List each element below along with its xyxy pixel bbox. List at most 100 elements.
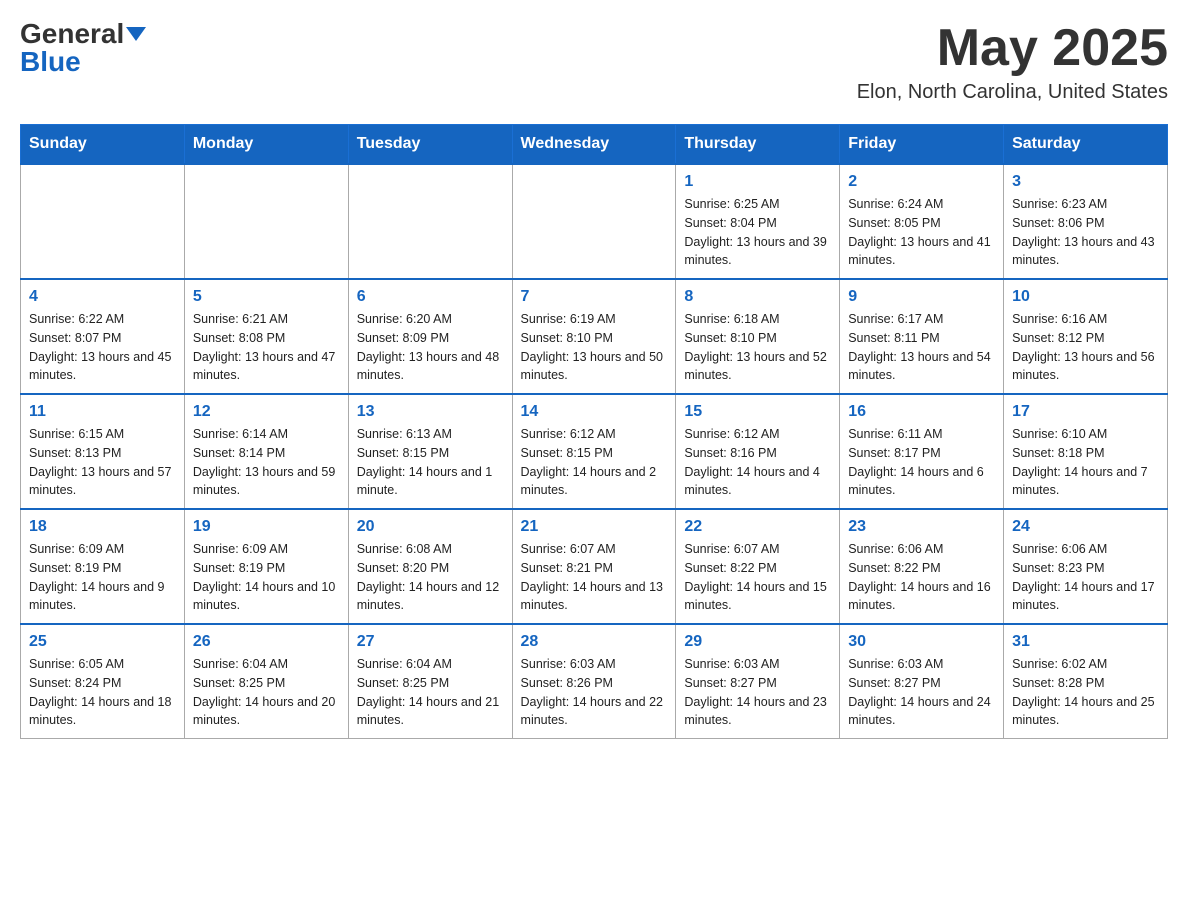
day-number: 27 <box>357 633 504 651</box>
calendar-cell: 17 Sunrise: 6:10 AM Sunset: 8:18 PM Dayli… <box>1004 394 1168 509</box>
calendar-cell: 26 Sunrise: 6:04 AM Sunset: 8:25 PM Dayli… <box>184 624 348 739</box>
location: Elon, North Carolina, United States <box>857 81 1168 104</box>
page-header: General Blue May 2025 Elon, North Caroli… <box>20 20 1168 104</box>
calendar-cell: 29Sunrise: 6:03 AM Sunset: 8:27 PM Dayli… <box>676 624 840 739</box>
calendar-cell: 5 Sunrise: 6:21 AM Sunset: 8:08 PM Daylig… <box>184 279 348 394</box>
weekday-header-tuesday: Tuesday <box>348 125 512 165</box>
day-info: Sunrise: 6:06 AM Sunset: 8:22 PM Dayligh… <box>848 540 995 615</box>
weekday-header-wednesday: Wednesday <box>512 125 676 165</box>
calendar-cell: 13 Sunrise: 6:13 AM Sunset: 8:15 PM Dayli… <box>348 394 512 509</box>
calendar-cell: 18 Sunrise: 6:09 AM Sunset: 8:19 PM Dayli… <box>21 509 185 624</box>
calendar-cell: 1 Sunrise: 6:25 AM Sunset: 8:04 PM Daylig… <box>676 164 840 279</box>
logo: General Blue <box>20 20 146 76</box>
day-info: Sunrise: 6:05 AM Sunset: 8:24 PM Dayligh… <box>29 655 176 730</box>
day-info: Sunrise: 6:14 AM Sunset: 8:14 PM Dayligh… <box>193 425 340 500</box>
week-row-3: 11 Sunrise: 6:15 AM Sunset: 8:13 PM Dayli… <box>21 394 1168 509</box>
calendar-cell <box>348 164 512 279</box>
calendar-cell: 28 Sunrise: 6:03 AM Sunset: 8:26 PM Dayli… <box>512 624 676 739</box>
day-number: 5 <box>193 288 340 306</box>
day-info: Sunrise: 6:10 AM Sunset: 8:18 PM Dayligh… <box>1012 425 1159 500</box>
calendar-cell: 27Sunrise: 6:04 AM Sunset: 8:25 PM Dayli… <box>348 624 512 739</box>
calendar-cell: 31 Sunrise: 6:02 AM Sunset: 8:28 PM Dayli… <box>1004 624 1168 739</box>
day-info: Sunrise: 6:24 AM Sunset: 8:05 PM Dayligh… <box>848 195 995 270</box>
day-info: Sunrise: 6:25 AM Sunset: 8:04 PM Dayligh… <box>684 195 831 270</box>
day-info: Sunrise: 6:18 AM Sunset: 8:10 PM Dayligh… <box>684 310 831 385</box>
day-info: Sunrise: 6:13 AM Sunset: 8:15 PM Dayligh… <box>357 425 504 500</box>
day-number: 15 <box>684 403 831 421</box>
day-number: 3 <box>1012 173 1159 191</box>
day-info: Sunrise: 6:11 AM Sunset: 8:17 PM Dayligh… <box>848 425 995 500</box>
week-row-4: 18 Sunrise: 6:09 AM Sunset: 8:19 PM Dayli… <box>21 509 1168 624</box>
day-number: 23 <box>848 518 995 536</box>
week-row-1: 1 Sunrise: 6:25 AM Sunset: 8:04 PM Daylig… <box>21 164 1168 279</box>
calendar-cell: 3 Sunrise: 6:23 AM Sunset: 8:06 PM Daylig… <box>1004 164 1168 279</box>
day-number: 31 <box>1012 633 1159 651</box>
calendar-cell: 6 Sunrise: 6:20 AM Sunset: 8:09 PM Daylig… <box>348 279 512 394</box>
day-info: Sunrise: 6:19 AM Sunset: 8:10 PM Dayligh… <box>521 310 668 385</box>
calendar-cell: 14Sunrise: 6:12 AM Sunset: 8:15 PM Dayli… <box>512 394 676 509</box>
logo-blue: Blue <box>20 48 81 76</box>
day-info: Sunrise: 6:06 AM Sunset: 8:23 PM Dayligh… <box>1012 540 1159 615</box>
calendar-cell: 15 Sunrise: 6:12 AM Sunset: 8:16 PM Dayli… <box>676 394 840 509</box>
calendar-cell: 10Sunrise: 6:16 AM Sunset: 8:12 PM Dayli… <box>1004 279 1168 394</box>
day-info: Sunrise: 6:09 AM Sunset: 8:19 PM Dayligh… <box>29 540 176 615</box>
day-info: Sunrise: 6:12 AM Sunset: 8:15 PM Dayligh… <box>521 425 668 500</box>
day-info: Sunrise: 6:02 AM Sunset: 8:28 PM Dayligh… <box>1012 655 1159 730</box>
weekday-header-monday: Monday <box>184 125 348 165</box>
logo-triangle-icon <box>126 27 146 41</box>
calendar-cell: 22Sunrise: 6:07 AM Sunset: 8:22 PM Dayli… <box>676 509 840 624</box>
weekday-header-row: SundayMondayTuesdayWednesdayThursdayFrid… <box>21 125 1168 165</box>
weekday-header-sunday: Sunday <box>21 125 185 165</box>
day-number: 19 <box>193 518 340 536</box>
day-info: Sunrise: 6:12 AM Sunset: 8:16 PM Dayligh… <box>684 425 831 500</box>
calendar-cell: 9Sunrise: 6:17 AM Sunset: 8:11 PM Daylig… <box>840 279 1004 394</box>
day-number: 26 <box>193 633 340 651</box>
month-title: May 2025 <box>857 20 1168 77</box>
week-row-5: 25 Sunrise: 6:05 AM Sunset: 8:24 PM Dayli… <box>21 624 1168 739</box>
calendar-cell: 4Sunrise: 6:22 AM Sunset: 8:07 PM Daylig… <box>21 279 185 394</box>
day-info: Sunrise: 6:17 AM Sunset: 8:11 PM Dayligh… <box>848 310 995 385</box>
calendar-cell: 2 Sunrise: 6:24 AM Sunset: 8:05 PM Daylig… <box>840 164 1004 279</box>
day-info: Sunrise: 6:23 AM Sunset: 8:06 PM Dayligh… <box>1012 195 1159 270</box>
day-info: Sunrise: 6:04 AM Sunset: 8:25 PM Dayligh… <box>193 655 340 730</box>
calendar-cell: 25 Sunrise: 6:05 AM Sunset: 8:24 PM Dayli… <box>21 624 185 739</box>
day-number: 10 <box>1012 288 1159 306</box>
day-number: 18 <box>29 518 176 536</box>
calendar-cell: 24Sunrise: 6:06 AM Sunset: 8:23 PM Dayli… <box>1004 509 1168 624</box>
day-info: Sunrise: 6:21 AM Sunset: 8:08 PM Dayligh… <box>193 310 340 385</box>
day-number: 4 <box>29 288 176 306</box>
calendar-cell <box>21 164 185 279</box>
day-info: Sunrise: 6:03 AM Sunset: 8:27 PM Dayligh… <box>684 655 831 730</box>
calendar-cell: 12 Sunrise: 6:14 AM Sunset: 8:14 PM Dayli… <box>184 394 348 509</box>
day-number: 21 <box>521 518 668 536</box>
day-info: Sunrise: 6:03 AM Sunset: 8:26 PM Dayligh… <box>521 655 668 730</box>
day-number: 30 <box>848 633 995 651</box>
day-number: 2 <box>848 173 995 191</box>
logo-general: General <box>20 20 124 48</box>
day-number: 20 <box>357 518 504 536</box>
day-number: 7 <box>521 288 668 306</box>
day-info: Sunrise: 6:09 AM Sunset: 8:19 PM Dayligh… <box>193 540 340 615</box>
day-number: 22 <box>684 518 831 536</box>
title-block: May 2025 Elon, North Carolina, United St… <box>857 20 1168 104</box>
day-info: Sunrise: 6:15 AM Sunset: 8:13 PM Dayligh… <box>29 425 176 500</box>
day-number: 8 <box>684 288 831 306</box>
day-number: 13 <box>357 403 504 421</box>
day-number: 1 <box>684 173 831 191</box>
day-number: 6 <box>357 288 504 306</box>
day-info: Sunrise: 6:20 AM Sunset: 8:09 PM Dayligh… <box>357 310 504 385</box>
calendar-cell: 21Sunrise: 6:07 AM Sunset: 8:21 PM Dayli… <box>512 509 676 624</box>
day-number: 16 <box>848 403 995 421</box>
calendar-cell: 19 Sunrise: 6:09 AM Sunset: 8:19 PM Dayli… <box>184 509 348 624</box>
calendar-cell <box>512 164 676 279</box>
weekday-header-friday: Friday <box>840 125 1004 165</box>
day-number: 11 <box>29 403 176 421</box>
calendar-cell: 20Sunrise: 6:08 AM Sunset: 8:20 PM Dayli… <box>348 509 512 624</box>
day-number: 12 <box>193 403 340 421</box>
day-number: 25 <box>29 633 176 651</box>
day-number: 28 <box>521 633 668 651</box>
calendar-table: SundayMondayTuesdayWednesdayThursdayFrid… <box>20 124 1168 739</box>
week-row-2: 4Sunrise: 6:22 AM Sunset: 8:07 PM Daylig… <box>21 279 1168 394</box>
calendar-cell: 30Sunrise: 6:03 AM Sunset: 8:27 PM Dayli… <box>840 624 1004 739</box>
day-number: 17 <box>1012 403 1159 421</box>
